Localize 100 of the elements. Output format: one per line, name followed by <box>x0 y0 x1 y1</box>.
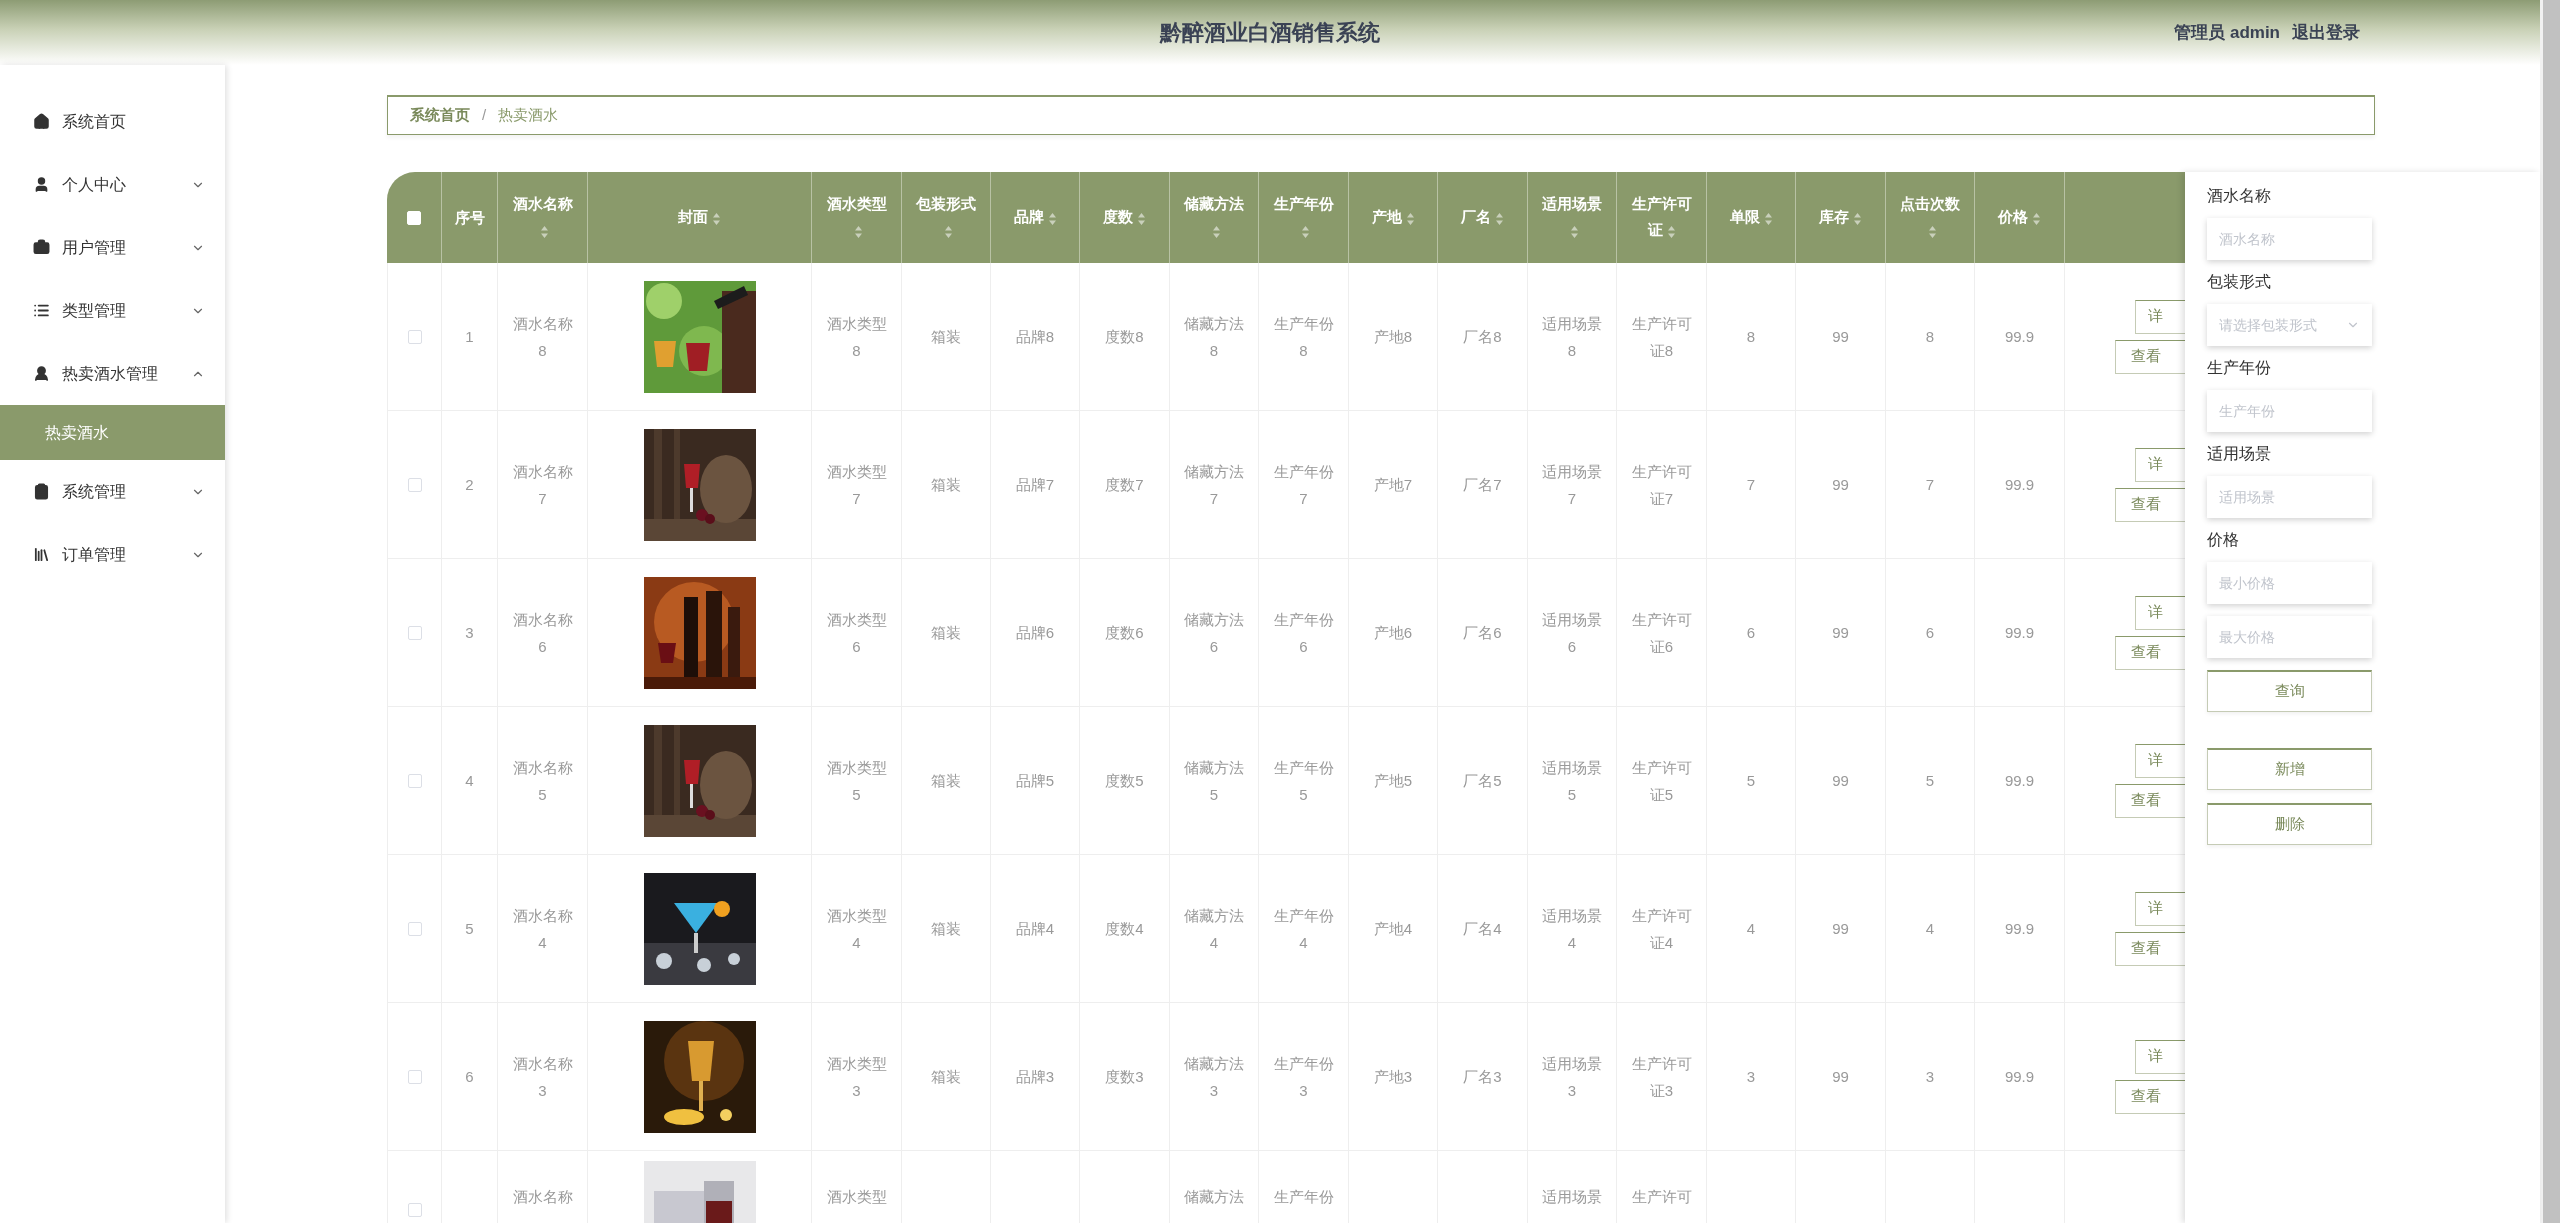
details-button[interactable]: 详 <box>2135 595 2185 630</box>
table-cell-text: 储藏方法5 <box>1183 757 1245 805</box>
menu-item-icon <box>33 176 50 193</box>
column-header[interactable]: 价格 <box>1998 204 2041 231</box>
sidebar-item[interactable]: 用户管理 <box>0 216 225 279</box>
text-field[interactable]: 最小价格 <box>2207 562 2372 604</box>
table-cell-text: 生产年份3 <box>1272 1053 1335 1101</box>
sort-icon[interactable] <box>1569 225 1579 240</box>
view-button[interactable]: 查看 <box>2115 1079 2185 1114</box>
sidebar-item[interactable]: 订单管理 <box>0 523 225 586</box>
table-cell-text: 品牌3 <box>1015 1067 1055 1087</box>
table-cell-text: 品牌6 <box>1015 623 1055 643</box>
table-cell-text: 品牌4 <box>1015 919 1055 939</box>
row-checkbox[interactable] <box>407 477 422 492</box>
sort-icon[interactable] <box>712 212 721 227</box>
column-header[interactable]: 单限 <box>1729 204 1773 231</box>
column-header[interactable]: 生产许可证 <box>1629 191 1694 244</box>
view-button[interactable]: 查看 <box>2115 487 2185 522</box>
text-field[interactable]: 适用场景 <box>2207 476 2372 518</box>
details-button[interactable]: 详 <box>2135 447 2185 482</box>
details-button[interactable]: 详 <box>2135 743 2185 778</box>
text-field[interactable]: 酒水名称 <box>2207 218 2372 260</box>
sort-icon[interactable] <box>1047 212 1057 227</box>
row-checkbox[interactable] <box>407 1203 422 1217</box>
column-header[interactable]: 点击次数 <box>1898 191 1962 244</box>
sidebar-item[interactable]: 热卖酒水管理 <box>0 342 225 405</box>
sort-icon[interactable] <box>943 225 953 240</box>
row-checkbox[interactable] <box>407 625 422 640</box>
select-all-checkbox[interactable] <box>407 210 421 225</box>
scrollbar[interactable] <box>2540 0 2560 1223</box>
sort-icon[interactable] <box>1405 212 1415 227</box>
details-button[interactable]: 详 <box>2135 299 2185 334</box>
menu-item-icon <box>33 546 50 563</box>
column-header[interactable]: 库存 <box>1819 204 1862 231</box>
details-button[interactable]: 详 <box>2135 891 2185 926</box>
view-button[interactable]: 查看 <box>2115 783 2185 818</box>
column-header[interactable]: 生产年份 <box>1271 191 1336 244</box>
table-cell-text: 储藏方法4 <box>1183 905 1245 953</box>
view-button[interactable]: 查看 <box>2115 339 2185 374</box>
column-header[interactable]: 酒水类型 <box>824 191 889 244</box>
user-label: 管理员 admin <box>2174 22 2280 44</box>
table-cell-text: 酒水类型7 <box>825 461 888 509</box>
table-cell-text: 酒水名称 <box>512 1187 573 1207</box>
table-cell-text: 酒水类型5 <box>825 757 888 805</box>
add-button[interactable]: 新增 <box>2207 748 2372 790</box>
table-cell-text: 酒水类型8 <box>825 313 888 361</box>
logout-link[interactable]: 退出登录 <box>2292 20 2360 46</box>
sort-icon[interactable] <box>1927 225 1937 240</box>
row-checkbox[interactable] <box>407 921 422 936</box>
table-cell-text: 3 <box>1746 1067 1756 1087</box>
breadcrumb-link[interactable]: 热卖酒水 <box>498 104 559 127</box>
sort-icon[interactable] <box>2032 212 2041 227</box>
row-checkbox[interactable] <box>407 329 422 344</box>
column-header[interactable]: 封面 <box>678 204 721 231</box>
sort-icon[interactable] <box>1853 212 1862 227</box>
column-header[interactable]: 序号 <box>454 204 485 231</box>
sort-icon[interactable] <box>540 225 549 240</box>
column-header[interactable]: 厂名 <box>1461 204 1504 231</box>
submenu-item[interactable]: 热卖酒水 <box>0 405 225 460</box>
table-cell-text: 酒水名称3 <box>511 1053 574 1101</box>
menu-item-icon <box>33 113 50 130</box>
sort-icon[interactable] <box>1301 225 1310 240</box>
column-header[interactable]: 度数 <box>1103 204 1146 231</box>
sort-icon[interactable] <box>1495 212 1504 227</box>
table-cell-text: 度数6 <box>1105 623 1144 643</box>
sidebar-item[interactable]: 个人中心 <box>0 153 225 216</box>
sort-icon[interactable] <box>1137 212 1146 227</box>
table-cell-text: 适用场景3 <box>1541 1053 1603 1101</box>
column-header[interactable]: 储藏方法 <box>1182 191 1246 244</box>
table-cell-text: 99 <box>1832 919 1849 939</box>
column-header[interactable]: 酒水名称 <box>510 191 575 244</box>
sidebar-item[interactable]: 系统管理 <box>0 460 225 523</box>
sidebar-item[interactable]: 系统首页 <box>0 90 225 153</box>
query-button[interactable]: 查询 <box>2207 670 2372 712</box>
delete-button[interactable]: 删除 <box>2207 803 2372 845</box>
table-cell-text: 度数4 <box>1105 919 1144 939</box>
sort-icon[interactable] <box>1211 225 1221 240</box>
column-header[interactable]: 品牌 <box>1013 204 1057 231</box>
table-cell-text: 储藏方法3 <box>1183 1053 1245 1101</box>
column-header[interactable]: 产地 <box>1371 204 1415 231</box>
sort-icon[interactable] <box>1666 225 1676 240</box>
details-button[interactable]: 详 <box>2135 1039 2185 1074</box>
row-checkbox[interactable] <box>407 1069 422 1084</box>
table-cell-text: 适用场景7 <box>1541 461 1603 509</box>
view-button[interactable]: 查看 <box>2115 635 2185 670</box>
table-cell-text: 产地7 <box>1373 475 1413 495</box>
breadcrumb-link[interactable]: 系统首页 <box>410 104 470 127</box>
text-field[interactable]: 生产年份 <box>2207 390 2372 432</box>
column-header[interactable]: 包装形式 <box>914 191 978 244</box>
field-label: 包装形式 <box>2207 272 2272 292</box>
sort-icon[interactable] <box>854 225 863 240</box>
sort-icon[interactable] <box>1763 212 1773 227</box>
table-cell-text: 酒水名称4 <box>511 905 574 953</box>
view-button[interactable]: 查看 <box>2115 931 2185 966</box>
table-cell-text: 5 <box>465 919 474 939</box>
column-header[interactable]: 适用场景 <box>1540 191 1604 244</box>
text-field[interactable]: 最大价格 <box>2207 616 2372 658</box>
row-checkbox[interactable] <box>407 773 422 788</box>
table-cell-text: 厂名8 <box>1463 327 1502 347</box>
sidebar-item[interactable]: 类型管理 <box>0 279 225 342</box>
